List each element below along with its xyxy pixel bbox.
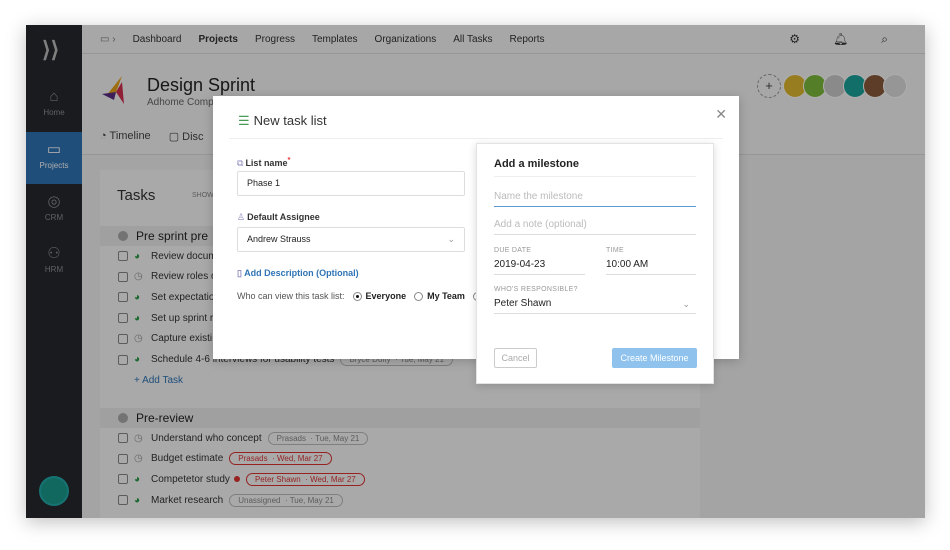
assignee-value: Andrew Strauss: [247, 234, 311, 244]
default-assignee-label: ♙ Default Assignee: [237, 212, 320, 223]
chevron-down-icon: ⌄: [447, 234, 455, 244]
list-icon: ☰: [238, 113, 250, 128]
close-icon[interactable]: ✕: [715, 106, 727, 123]
divider: [494, 176, 696, 177]
divider: [229, 138, 723, 139]
time-input[interactable]: 10:00 AM: [606, 257, 696, 275]
default-assignee-select[interactable]: Andrew Strauss ⌄: [237, 227, 465, 252]
dialog-title-text: New task list: [253, 113, 327, 128]
due-date-label: DUE DATE: [494, 247, 532, 254]
visibility-label: Who can view this task list:: [237, 291, 345, 301]
list-name-icon: ⧉: [237, 158, 244, 168]
create-milestone-button[interactable]: Create Milestone: [612, 348, 697, 368]
link-text: Add Description (Optional): [244, 268, 359, 278]
responsible-select[interactable]: Peter Shawn ⌄: [494, 296, 696, 314]
radio-everyone[interactable]: [352, 291, 362, 301]
add-milestone-popover: Add a milestone Name the milestone Add a…: [476, 143, 714, 384]
milestone-name-input[interactable]: Name the milestone: [494, 189, 696, 207]
milestone-title: Add a milestone: [494, 158, 579, 170]
visibility-options: Who can view this task list: Everyone My…: [237, 291, 482, 301]
time-label: TIME: [606, 247, 624, 254]
responsible-label: WHO'S RESPONSIBLE?: [494, 286, 578, 293]
responsible-value: Peter Shawn: [494, 298, 552, 309]
list-name-label: ⧉ List name*: [237, 155, 291, 168]
chevron-down-icon: ⌄: [682, 299, 690, 309]
radio-my-team[interactable]: [414, 291, 424, 301]
description-icon: ▯: [237, 268, 242, 278]
radio-label: My Team: [427, 291, 465, 301]
user-icon: ♙: [237, 212, 246, 222]
list-name-input[interactable]: Phase 1: [237, 171, 465, 196]
dialog-title: ☰ New task list: [238, 113, 327, 129]
label-text: Default Assignee: [247, 212, 320, 222]
due-date-input[interactable]: 2019-04-23: [494, 257, 585, 275]
cancel-button[interactable]: Cancel: [494, 348, 537, 368]
app-window: ⟩⟩ ⌂ Home ▭ Projects ◎ CRM ⚇ HRM ▭ › Dashboa…: [26, 25, 925, 518]
milestone-note-input[interactable]: Add a note (optional): [494, 217, 696, 235]
add-description-link[interactable]: ▯ Add Description (Optional): [237, 268, 359, 279]
radio-label: Everyone: [365, 291, 407, 301]
label-text: List name: [245, 158, 288, 168]
